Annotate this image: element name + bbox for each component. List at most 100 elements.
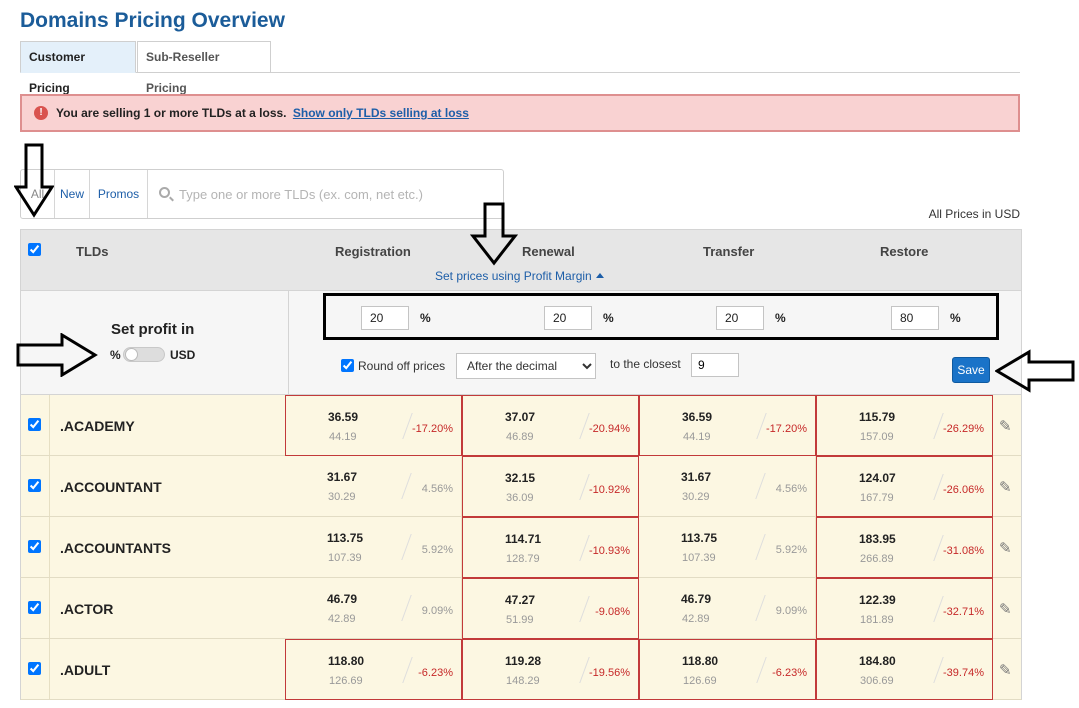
restore-price-cell[interactable]: 124.07 167.79 -26.06% bbox=[816, 456, 993, 517]
transfer-price-cell[interactable]: 36.59 44.19 -17.20% bbox=[639, 395, 816, 456]
row-checkbox[interactable] bbox=[28, 418, 41, 431]
filter-promos[interactable]: Promos bbox=[90, 170, 148, 218]
pencil-icon[interactable]: ✎ bbox=[999, 417, 1012, 435]
profit-margin: -39.74% bbox=[943, 667, 984, 679]
tld-search bbox=[149, 170, 503, 218]
alert-message: You are selling 1 or more TLDs at a loss… bbox=[56, 106, 287, 120]
set-profit-margin-label: Set prices using Profit Margin bbox=[435, 269, 592, 283]
renewal-price-cell[interactable]: 119.28 148.29 -19.56% bbox=[462, 639, 639, 700]
table-row: .ACCOUNTANT 31.67 30.29 4.56% 32.15 36.0… bbox=[20, 456, 1022, 517]
annotation-arrow-left-icon bbox=[995, 349, 1075, 393]
restore-price-cell[interactable]: 122.39 181.89 -32.71% bbox=[816, 578, 993, 639]
selling-price: 183.95 bbox=[859, 532, 896, 546]
selling-price: 118.80 bbox=[328, 654, 365, 668]
pricing-tabs: Customer Pricing Sub-Reseller Pricing bbox=[20, 41, 1020, 95]
profit-unit-usd: USD bbox=[170, 348, 196, 362]
profit-percent-row: % % % % bbox=[323, 293, 999, 340]
tld-name: .ACCOUNTANT bbox=[60, 479, 162, 495]
cost-price: 107.39 bbox=[682, 552, 716, 564]
tab-customer-pricing[interactable]: Customer Pricing bbox=[20, 41, 136, 95]
selling-price: 114.71 bbox=[505, 532, 542, 546]
renewal-price-cell[interactable]: 47.27 51.99 -9.08% bbox=[462, 578, 639, 639]
alert-circle-icon: ! bbox=[34, 106, 48, 120]
round-mode-select[interactable]: After the decimal bbox=[456, 353, 596, 379]
profit-margin: -6.23% bbox=[418, 667, 453, 679]
cost-price: 44.19 bbox=[683, 431, 711, 443]
profit-settings: Set profit in % USD % % % % Round off pr… bbox=[20, 291, 1022, 395]
tab-sub-reseller-pricing[interactable]: Sub-Reseller Pricing bbox=[137, 41, 271, 95]
renewal-price-cell[interactable]: 37.07 46.89 -20.94% bbox=[462, 395, 639, 456]
cost-price: 51.99 bbox=[506, 614, 534, 626]
transfer-price-cell[interactable]: 113.75 107.39 5.92% bbox=[639, 517, 816, 578]
header-registration: Registration bbox=[335, 244, 411, 259]
selling-price: 115.79 bbox=[859, 410, 896, 424]
registration-price-cell[interactable]: 31.67 30.29 4.56% bbox=[285, 456, 462, 517]
selling-price: 37.07 bbox=[505, 410, 536, 424]
registration-price-cell[interactable]: 36.59 44.19 -17.20% bbox=[285, 395, 462, 456]
filter-new[interactable]: New bbox=[55, 170, 90, 218]
closest-value-input[interactable] bbox=[691, 353, 739, 377]
tld-rows: .ACADEMY 36.59 44.19 -17.20% 37.07 46.89… bbox=[20, 395, 1022, 700]
show-loss-tlds-link[interactable]: Show only TLDs selling at loss bbox=[293, 106, 469, 120]
row-checkbox[interactable] bbox=[28, 601, 41, 614]
pencil-icon[interactable]: ✎ bbox=[999, 600, 1012, 618]
transfer-price-cell[interactable]: 46.79 42.89 9.09% bbox=[639, 578, 816, 639]
select-all-checkbox[interactable] bbox=[28, 243, 41, 256]
pencil-icon[interactable]: ✎ bbox=[999, 478, 1012, 496]
currency-note: All Prices in USD bbox=[928, 207, 1020, 221]
profit-margin: -10.93% bbox=[589, 545, 630, 557]
restore-price-cell[interactable]: 184.80 306.69 -39.74% bbox=[816, 639, 993, 700]
pct-sign: % bbox=[775, 311, 786, 325]
tld-name: .ADULT bbox=[60, 662, 111, 678]
profit-margin: -17.20% bbox=[412, 423, 453, 435]
column-divider bbox=[49, 395, 50, 455]
loss-alert: ! You are selling 1 or more TLDs at a lo… bbox=[20, 94, 1020, 132]
switch-knob bbox=[125, 348, 138, 361]
profit-margin: -6.23% bbox=[772, 667, 807, 679]
transfer-price-cell[interactable]: 31.67 30.29 4.56% bbox=[639, 456, 816, 517]
profit-margin: 5.92% bbox=[775, 544, 807, 556]
profit-margin: 4.56% bbox=[421, 483, 453, 495]
restore-profit-input[interactable] bbox=[891, 306, 939, 330]
tld-search-input[interactable] bbox=[179, 184, 489, 204]
annotation-arrow-right-icon bbox=[16, 333, 98, 377]
round-off-checkbox[interactable] bbox=[341, 359, 354, 372]
row-checkbox[interactable] bbox=[28, 662, 41, 675]
annotation-arrow-down-icon bbox=[14, 143, 54, 218]
cost-price: 42.89 bbox=[328, 613, 356, 625]
cost-price: 181.89 bbox=[860, 614, 894, 626]
transfer-price-cell[interactable]: 118.80 126.69 -6.23% bbox=[639, 639, 816, 700]
cost-price: 107.39 bbox=[328, 552, 362, 564]
save-button[interactable]: Save bbox=[952, 357, 990, 383]
profit-margin: -31.08% bbox=[943, 545, 984, 557]
profit-margin: 5.92% bbox=[421, 544, 453, 556]
row-checkbox[interactable] bbox=[28, 540, 41, 553]
row-checkbox[interactable] bbox=[28, 479, 41, 492]
restore-price-cell[interactable]: 183.95 266.89 -31.08% bbox=[816, 517, 993, 578]
cost-price: 157.09 bbox=[860, 431, 894, 443]
registration-price-cell[interactable]: 113.75 107.39 5.92% bbox=[285, 517, 462, 578]
profit-title: Set profit in bbox=[111, 321, 195, 338]
profit-unit-switch[interactable] bbox=[123, 347, 165, 362]
selling-price: 36.59 bbox=[328, 410, 359, 424]
profit-margin: 9.09% bbox=[421, 605, 453, 617]
renewal-profit-input[interactable] bbox=[544, 306, 592, 330]
search-icon bbox=[159, 187, 170, 198]
renewal-price-cell[interactable]: 114.71 128.79 -10.93% bbox=[462, 517, 639, 578]
cost-price: 126.69 bbox=[329, 675, 363, 687]
pencil-icon[interactable]: ✎ bbox=[999, 539, 1012, 557]
registration-price-cell[interactable]: 46.79 42.89 9.09% bbox=[285, 578, 462, 639]
registration-price-cell[interactable]: 118.80 126.69 -6.23% bbox=[285, 639, 462, 700]
column-divider bbox=[49, 578, 50, 638]
filter-bar: All New Promos bbox=[20, 169, 504, 219]
renewal-price-cell[interactable]: 32.15 36.09 -10.92% bbox=[462, 456, 639, 517]
registration-profit-input[interactable] bbox=[361, 306, 409, 330]
restore-price-cell[interactable]: 115.79 157.09 -26.29% bbox=[816, 395, 993, 456]
transfer-profit-input[interactable] bbox=[716, 306, 764, 330]
header-renewal: Renewal bbox=[522, 244, 575, 259]
profit-margin: -32.71% bbox=[943, 606, 984, 618]
profit-margin: -19.56% bbox=[589, 667, 630, 679]
set-profit-margin-link[interactable]: Set prices using Profit Margin bbox=[435, 269, 604, 283]
cost-price: 36.09 bbox=[506, 492, 534, 504]
pencil-icon[interactable]: ✎ bbox=[999, 661, 1012, 679]
